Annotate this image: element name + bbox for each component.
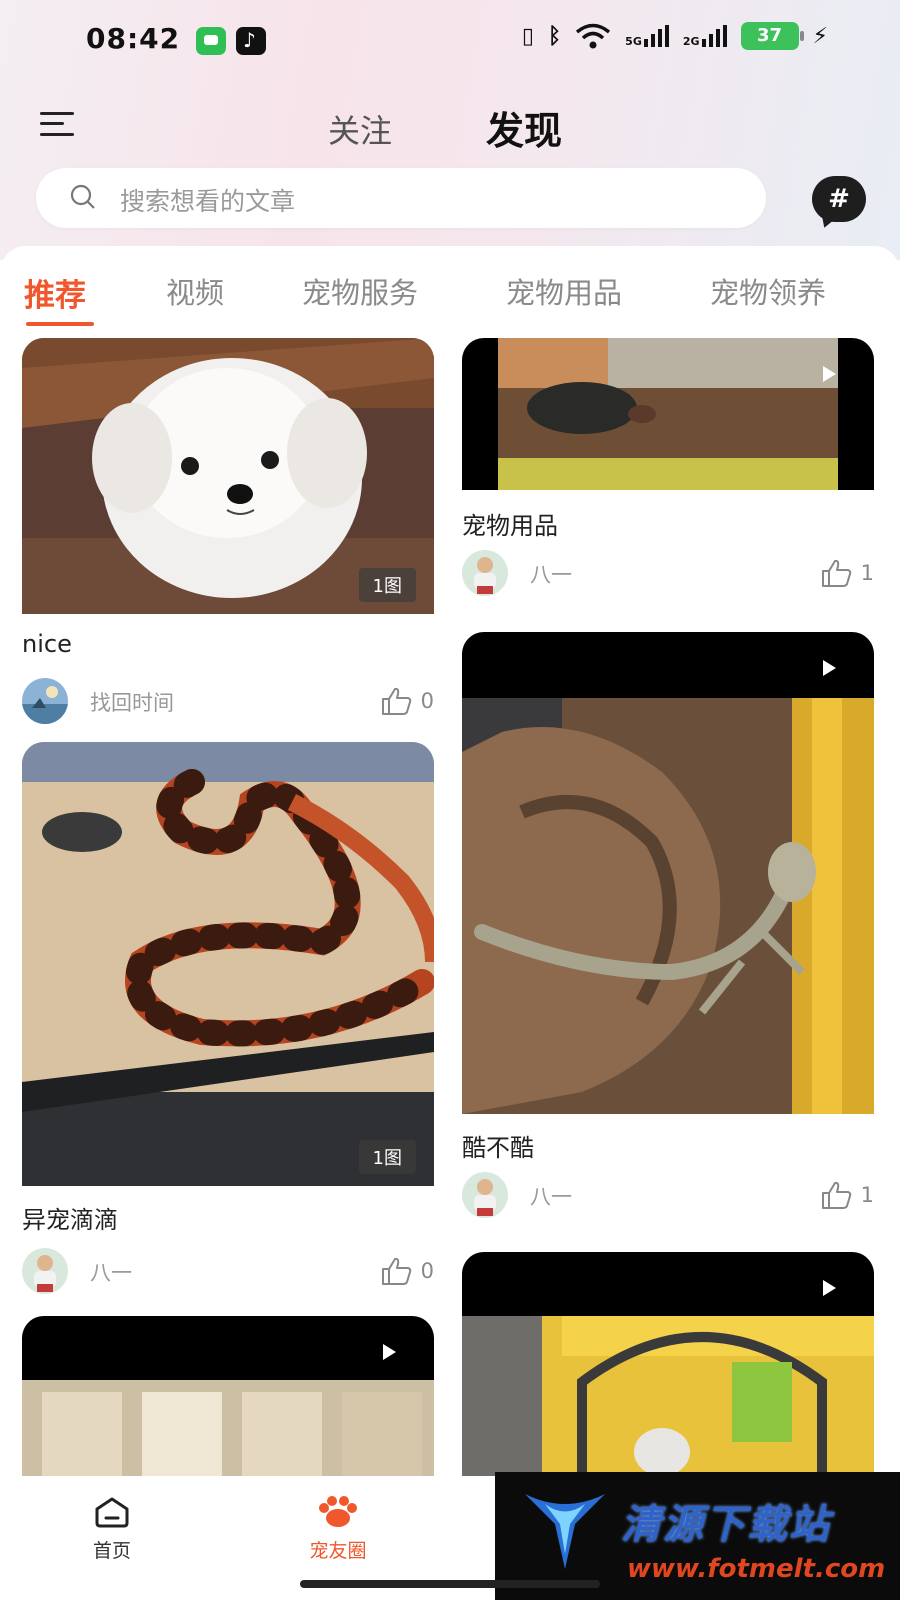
- avatar[interactable]: [462, 550, 508, 596]
- paw-icon: [319, 1496, 357, 1527]
- category-tabs: 推荐 视频 宠物服务 宠物用品 宠物领养: [0, 266, 900, 326]
- tab-discover[interactable]: 发现: [486, 100, 562, 155]
- card-author-row: 八一 0: [22, 1248, 434, 1294]
- like-count: 0: [420, 689, 434, 713]
- category-tab-pet-supplies[interactable]: 宠物用品: [506, 270, 622, 312]
- search-icon: [70, 184, 95, 209]
- like-button[interactable]: 1: [821, 1180, 874, 1210]
- like-button[interactable]: 1: [821, 558, 874, 588]
- card-video-thumbnail: [462, 1252, 874, 1476]
- status-icons: ▯ ᛒ 5G 2G 37 ⚡: [522, 22, 828, 50]
- card-title: 宠物用品: [462, 512, 558, 540]
- tiktok-app-icon: [236, 27, 266, 55]
- nav-pet-circle-label: 宠友圈: [309, 1540, 367, 1562]
- nav-pet-circle[interactable]: 宠友圈: [278, 1496, 398, 1563]
- play-icon: [823, 366, 836, 382]
- author-name[interactable]: 八一: [90, 1257, 132, 1287]
- search-placeholder: 搜索想看的文章: [120, 187, 296, 216]
- card-image-snake: 1图: [22, 742, 434, 1186]
- home-indicator[interactable]: [300, 1580, 600, 1588]
- thumbs-up-icon: [381, 1257, 411, 1285]
- vibrate-icon: ▯: [521, 23, 534, 49]
- status-bar: 08:42 ▯ ᛒ 5G 2G 37 ⚡: [0, 0, 900, 80]
- bluetooth-icon: ᛒ: [547, 23, 562, 49]
- watermark-title: 清源下载站: [621, 1502, 831, 1548]
- nav-home[interactable]: 首页: [52, 1496, 172, 1563]
- home-icon: [95, 1497, 129, 1528]
- battery-icon: 37: [740, 22, 804, 50]
- topic-hash-button[interactable]: #: [812, 176, 866, 222]
- author-name[interactable]: 找回时间: [90, 687, 174, 717]
- card-title: 酷不酷: [462, 1134, 534, 1162]
- card-video-thumbnail: [462, 338, 874, 490]
- category-tab-pet-adoption[interactable]: 宠物领养: [710, 270, 826, 312]
- thumbs-up-icon: [381, 687, 411, 715]
- tab-follow[interactable]: 关注: [328, 106, 392, 152]
- nav-home-label: 首页: [92, 1540, 131, 1562]
- image-count-badge: 1图: [358, 568, 416, 602]
- feed-card-tortoise[interactable]: 宠物用品 八一 1: [462, 338, 874, 614]
- category-tab-video[interactable]: 视频: [166, 270, 224, 312]
- author-name[interactable]: 八一: [530, 559, 572, 589]
- avatar[interactable]: [22, 1248, 68, 1294]
- card-title: 异宠滴滴: [22, 1206, 118, 1234]
- thumbs-up-icon: [821, 559, 851, 587]
- category-tab-pet-service[interactable]: 宠物服务: [302, 270, 418, 312]
- signal-2g-icon: 2G: [683, 25, 727, 47]
- watermark-url: www.fotmelt.com: [627, 1554, 886, 1584]
- messages-app-icon: [196, 27, 226, 55]
- like-count: 1: [860, 1183, 874, 1207]
- search-input[interactable]: 搜索想看的文章: [36, 168, 766, 228]
- feed-panel: 推荐 视频 宠物服务 宠物用品 宠物领养 1图 nice 找回时间 0 1图 异…: [0, 246, 900, 1476]
- status-time: 08:42: [86, 22, 181, 55]
- avatar[interactable]: [22, 678, 68, 724]
- like-count: 1: [860, 561, 874, 585]
- feed-card-video-left[interactable]: [22, 1316, 434, 1476]
- category-tab-recommend[interactable]: 推荐: [24, 270, 86, 315]
- feed-card-dog[interactable]: 1图 nice 找回时间 0: [22, 338, 434, 728]
- card-video-thumbnail: [462, 632, 874, 1114]
- avatar[interactable]: [462, 1172, 508, 1218]
- like-button[interactable]: 0: [381, 1256, 434, 1286]
- watermark-logo: [525, 1494, 605, 1569]
- play-icon: [823, 660, 836, 676]
- active-tab-indicator: [26, 322, 94, 326]
- card-author-row: 八一 1: [462, 1172, 874, 1218]
- card-title: nice: [22, 630, 72, 658]
- menu-icon[interactable]: [40, 110, 76, 138]
- signal-5g-label: 5G: [625, 35, 642, 48]
- like-button[interactable]: 0: [381, 686, 434, 716]
- author-name[interactable]: 八一: [530, 1181, 572, 1211]
- feed-card-video-right[interactable]: [462, 1252, 874, 1476]
- signal-5g-icon: 5G: [625, 25, 669, 47]
- play-icon: [383, 1344, 396, 1360]
- like-count: 0: [420, 1259, 434, 1283]
- wifi-icon: [576, 23, 611, 49]
- card-author-row: 找回时间 0: [22, 678, 434, 724]
- signal-2g-label: 2G: [682, 35, 700, 48]
- card-author-row: 八一 1: [462, 550, 874, 596]
- charging-icon: ⚡: [812, 23, 828, 49]
- card-image-dog: 1图: [22, 338, 434, 614]
- play-icon: [823, 1280, 836, 1296]
- image-count-badge: 1图: [358, 1140, 416, 1174]
- card-video-thumbnail: [22, 1316, 434, 1476]
- thumbs-up-icon: [821, 1181, 851, 1209]
- feed-card-lizard[interactable]: 酷不酷 八一 1: [462, 632, 874, 1222]
- feed-card-snake[interactable]: 1图 异宠滴滴 八一 0: [22, 742, 434, 1294]
